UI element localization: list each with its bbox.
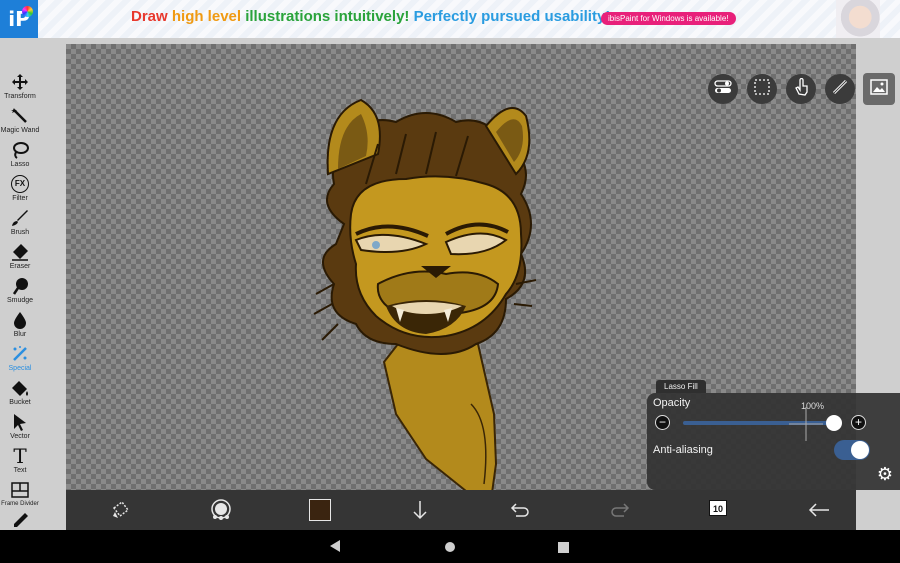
tool-eraser[interactable]: Eraser	[0, 242, 40, 276]
nav-home-icon[interactable]	[444, 540, 456, 558]
download-arrow-icon[interactable]	[408, 498, 432, 522]
tool-special[interactable]: Special	[0, 344, 40, 378]
tool-frame-divider[interactable]: Frame Divider	[0, 480, 40, 514]
tool-blur[interactable]: Blur	[0, 310, 40, 344]
tool-eyedropper[interactable]	[0, 512, 40, 528]
ad-banner[interactable]: iP Draw high level illustrations intuiti…	[0, 0, 900, 38]
pointing-hand-icon	[793, 77, 809, 101]
tool-sidebar: Transform Magic Wand Lasso FX Filter Bru…	[0, 68, 40, 528]
tool-label: Filter	[12, 195, 28, 202]
tool-label: Vector	[10, 433, 30, 440]
eraser-icon	[10, 242, 30, 262]
tool-filter[interactable]: FX Filter	[0, 174, 40, 208]
lasso-fill-tab[interactable]: Lasso Fill	[656, 380, 706, 393]
tool-smudge[interactable]: Smudge	[0, 276, 40, 310]
antialiasing-toggle[interactable]	[834, 440, 870, 460]
toggle-panels-button[interactable]	[708, 74, 738, 104]
tool-label: Brush	[10, 229, 30, 236]
undo-icon[interactable]	[508, 498, 532, 522]
opacity-slider-knob[interactable]	[826, 415, 842, 431]
lasso-icon	[10, 140, 30, 160]
tool-label: Special	[8, 365, 32, 372]
ruler-icon	[832, 79, 848, 100]
headline-part2: high level	[171, 8, 246, 25]
headline-part1: Draw	[131, 8, 172, 25]
lasso-fill-panel: Opacity 100% − + Anti-aliasing ⚙	[647, 393, 900, 490]
opacity-decrease-button[interactable]: −	[655, 415, 670, 430]
headline-part3: illustrations intuitively!	[245, 8, 414, 25]
tool-bucket[interactable]: Bucket	[0, 378, 40, 412]
bottom-action-bar: 10	[66, 490, 856, 530]
color-wheel-icon	[22, 6, 33, 17]
system-navigation-bar	[0, 530, 900, 563]
current-color-swatch[interactable]	[309, 499, 331, 521]
tool-label: Text	[13, 467, 27, 474]
nav-back-icon[interactable]	[329, 539, 341, 558]
opacity-increase-button[interactable]: +	[851, 415, 866, 430]
move-arrows-icon	[10, 72, 30, 92]
special-wand-icon	[10, 344, 30, 364]
tool-label: Transform	[4, 93, 36, 100]
tool-lasso[interactable]: Lasso	[0, 140, 40, 174]
tool-text[interactable]: T Text	[0, 446, 40, 480]
nav-recents-icon[interactable]	[558, 540, 569, 558]
windows-available-badge[interactable]: ibisPaint for Windows is available!	[601, 12, 736, 25]
tool-label: Bucket	[9, 399, 31, 406]
fx-icon: FX	[10, 174, 30, 194]
ruler-button[interactable]	[825, 74, 855, 104]
brush-size-icon[interactable]	[209, 498, 233, 522]
slider-crosshair	[789, 407, 823, 441]
magic-wand-icon	[10, 106, 30, 126]
image-icon	[870, 78, 888, 100]
opacity-label: Opacity	[653, 397, 691, 409]
selection-button[interactable]	[747, 74, 777, 104]
tool-label: Frame Divider	[1, 501, 39, 507]
eyedropper-icon	[10, 512, 30, 528]
gear-icon[interactable]: ⚙	[875, 464, 895, 484]
smudge-icon	[10, 276, 30, 296]
dashed-selection-icon	[754, 78, 770, 100]
tool-transform[interactable]: Transform	[0, 72, 40, 106]
toggle-knob	[851, 441, 869, 459]
tool-label: Smudge	[6, 297, 34, 304]
tool-brush[interactable]: Brush	[0, 208, 40, 242]
frame-divider-icon	[10, 480, 30, 500]
layers-count-button[interactable]: 10	[709, 500, 727, 516]
text-icon: T	[13, 444, 27, 468]
tool-vector[interactable]: Vector	[0, 412, 40, 446]
fx-glyph: FX	[11, 175, 29, 193]
reference-image-button[interactable]	[863, 73, 895, 105]
app-window: iP Draw high level illustrations intuiti…	[0, 0, 900, 563]
tool-label: Lasso	[10, 161, 30, 168]
switches-icon	[714, 79, 732, 99]
tool-label: Magic Wand	[0, 127, 40, 134]
banner-character-image	[836, 0, 880, 38]
tool-label: Blur	[13, 331, 27, 338]
antialiasing-label: Anti-aliasing	[653, 444, 713, 456]
vector-cursor-icon	[10, 412, 30, 432]
transform-selection-icon[interactable]	[108, 498, 132, 522]
banner-headline: Draw high level illustrations intuitivel…	[131, 8, 610, 25]
back-arrow-icon[interactable]	[807, 498, 831, 522]
headline-part4: Perfectly pursued usability!	[413, 8, 611, 25]
bucket-icon	[10, 378, 30, 398]
tool-label: Eraser	[9, 263, 31, 270]
tool-magic-wand[interactable]: Magic Wand	[0, 106, 40, 140]
ibispaint-logo: iP	[0, 0, 38, 38]
brush-icon	[10, 208, 30, 228]
redo-icon[interactable]	[608, 498, 632, 522]
hand-tool-button[interactable]	[786, 74, 816, 104]
drop-icon	[10, 310, 30, 330]
